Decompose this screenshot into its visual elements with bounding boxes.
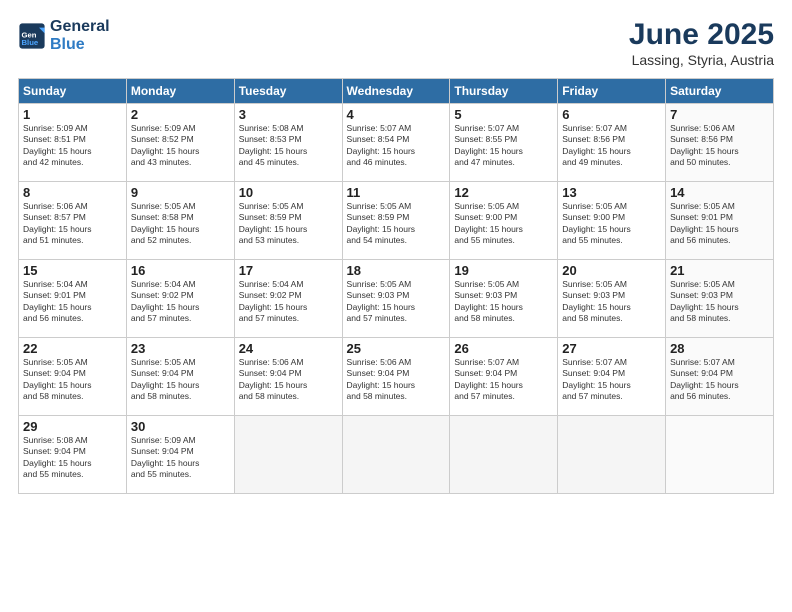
day-3: 3 Sunrise: 5:08 AM Sunset: 8:53 PM Dayli… — [234, 104, 342, 182]
title-block: June 2025 Lassing, Styria, Austria — [629, 18, 774, 68]
day-14: 14 Sunrise: 5:05 AM Sunset: 9:01 PM Dayl… — [666, 182, 774, 260]
week-3: 15 Sunrise: 5:04 AM Sunset: 9:01 PM Dayl… — [19, 260, 774, 338]
day-26: 26 Sunrise: 5:07 AM Sunset: 9:04 PM Dayl… — [450, 338, 558, 416]
svg-text:Blue: Blue — [22, 38, 39, 47]
col-sunday: Sunday — [19, 79, 127, 104]
week-5: 29 Sunrise: 5:08 AM Sunset: 9:04 PM Dayl… — [19, 416, 774, 494]
location-subtitle: Lassing, Styria, Austria — [629, 52, 774, 68]
col-monday: Monday — [126, 79, 234, 104]
col-friday: Friday — [558, 79, 666, 104]
day-22: 22 Sunrise: 5:05 AM Sunset: 9:04 PM Dayl… — [19, 338, 127, 416]
day-7: 7 Sunrise: 5:06 AM Sunset: 8:56 PM Dayli… — [666, 104, 774, 182]
day-10: 10 Sunrise: 5:05 AM Sunset: 8:59 PM Dayl… — [234, 182, 342, 260]
day-20: 20 Sunrise: 5:05 AM Sunset: 9:03 PM Dayl… — [558, 260, 666, 338]
day-2: 2 Sunrise: 5:09 AM Sunset: 8:52 PM Dayli… — [126, 104, 234, 182]
logo-text-line1: General — [50, 18, 110, 36]
day-6: 6 Sunrise: 5:07 AM Sunset: 8:56 PM Dayli… — [558, 104, 666, 182]
logo-icon: Gen Blue — [18, 22, 46, 50]
day-23: 23 Sunrise: 5:05 AM Sunset: 9:04 PM Dayl… — [126, 338, 234, 416]
day-21: 21 Sunrise: 5:05 AM Sunset: 9:03 PM Dayl… — [666, 260, 774, 338]
day-18: 18 Sunrise: 5:05 AM Sunset: 9:03 PM Dayl… — [342, 260, 450, 338]
logo: Gen Blue General Blue — [18, 18, 110, 53]
page: Gen Blue General Blue June 2025 Lassing,… — [0, 0, 792, 612]
calendar-header-row: Sunday Monday Tuesday Wednesday Thursday… — [19, 79, 774, 104]
day-5: 5 Sunrise: 5:07 AM Sunset: 8:55 PM Dayli… — [450, 104, 558, 182]
day-1: 1 Sunrise: 5:09 AM Sunset: 8:51 PM Dayli… — [19, 104, 127, 182]
empty-cell-5 — [666, 416, 774, 494]
empty-cell-1 — [234, 416, 342, 494]
day-30: 30 Sunrise: 5:09 AM Sunset: 9:04 PM Dayl… — [126, 416, 234, 494]
header: Gen Blue General Blue June 2025 Lassing,… — [18, 18, 774, 68]
week-2: 8 Sunrise: 5:06 AM Sunset: 8:57 PM Dayli… — [19, 182, 774, 260]
day-13: 13 Sunrise: 5:05 AM Sunset: 9:00 PM Dayl… — [558, 182, 666, 260]
day-28: 28 Sunrise: 5:07 AM Sunset: 9:04 PM Dayl… — [666, 338, 774, 416]
day-27: 27 Sunrise: 5:07 AM Sunset: 9:04 PM Dayl… — [558, 338, 666, 416]
day-12: 12 Sunrise: 5:05 AM Sunset: 9:00 PM Dayl… — [450, 182, 558, 260]
week-1: 1 Sunrise: 5:09 AM Sunset: 8:51 PM Dayli… — [19, 104, 774, 182]
day-19: 19 Sunrise: 5:05 AM Sunset: 9:03 PM Dayl… — [450, 260, 558, 338]
day-8: 8 Sunrise: 5:06 AM Sunset: 8:57 PM Dayli… — [19, 182, 127, 260]
calendar-table: Sunday Monday Tuesday Wednesday Thursday… — [18, 78, 774, 494]
day-4: 4 Sunrise: 5:07 AM Sunset: 8:54 PM Dayli… — [342, 104, 450, 182]
month-title: June 2025 — [629, 18, 774, 52]
day-25: 25 Sunrise: 5:06 AM Sunset: 9:04 PM Dayl… — [342, 338, 450, 416]
col-tuesday: Tuesday — [234, 79, 342, 104]
col-saturday: Saturday — [666, 79, 774, 104]
empty-cell-3 — [450, 416, 558, 494]
day-29: 29 Sunrise: 5:08 AM Sunset: 9:04 PM Dayl… — [19, 416, 127, 494]
empty-cell-4 — [558, 416, 666, 494]
week-4: 22 Sunrise: 5:05 AM Sunset: 9:04 PM Dayl… — [19, 338, 774, 416]
logo-text-line2: Blue — [50, 36, 110, 54]
empty-cell-2 — [342, 416, 450, 494]
day-17: 17 Sunrise: 5:04 AM Sunset: 9:02 PM Dayl… — [234, 260, 342, 338]
day-11: 11 Sunrise: 5:05 AM Sunset: 8:59 PM Dayl… — [342, 182, 450, 260]
day-9: 9 Sunrise: 5:05 AM Sunset: 8:58 PM Dayli… — [126, 182, 234, 260]
day-16: 16 Sunrise: 5:04 AM Sunset: 9:02 PM Dayl… — [126, 260, 234, 338]
col-thursday: Thursday — [450, 79, 558, 104]
day-24: 24 Sunrise: 5:06 AM Sunset: 9:04 PM Dayl… — [234, 338, 342, 416]
day-15: 15 Sunrise: 5:04 AM Sunset: 9:01 PM Dayl… — [19, 260, 127, 338]
col-wednesday: Wednesday — [342, 79, 450, 104]
